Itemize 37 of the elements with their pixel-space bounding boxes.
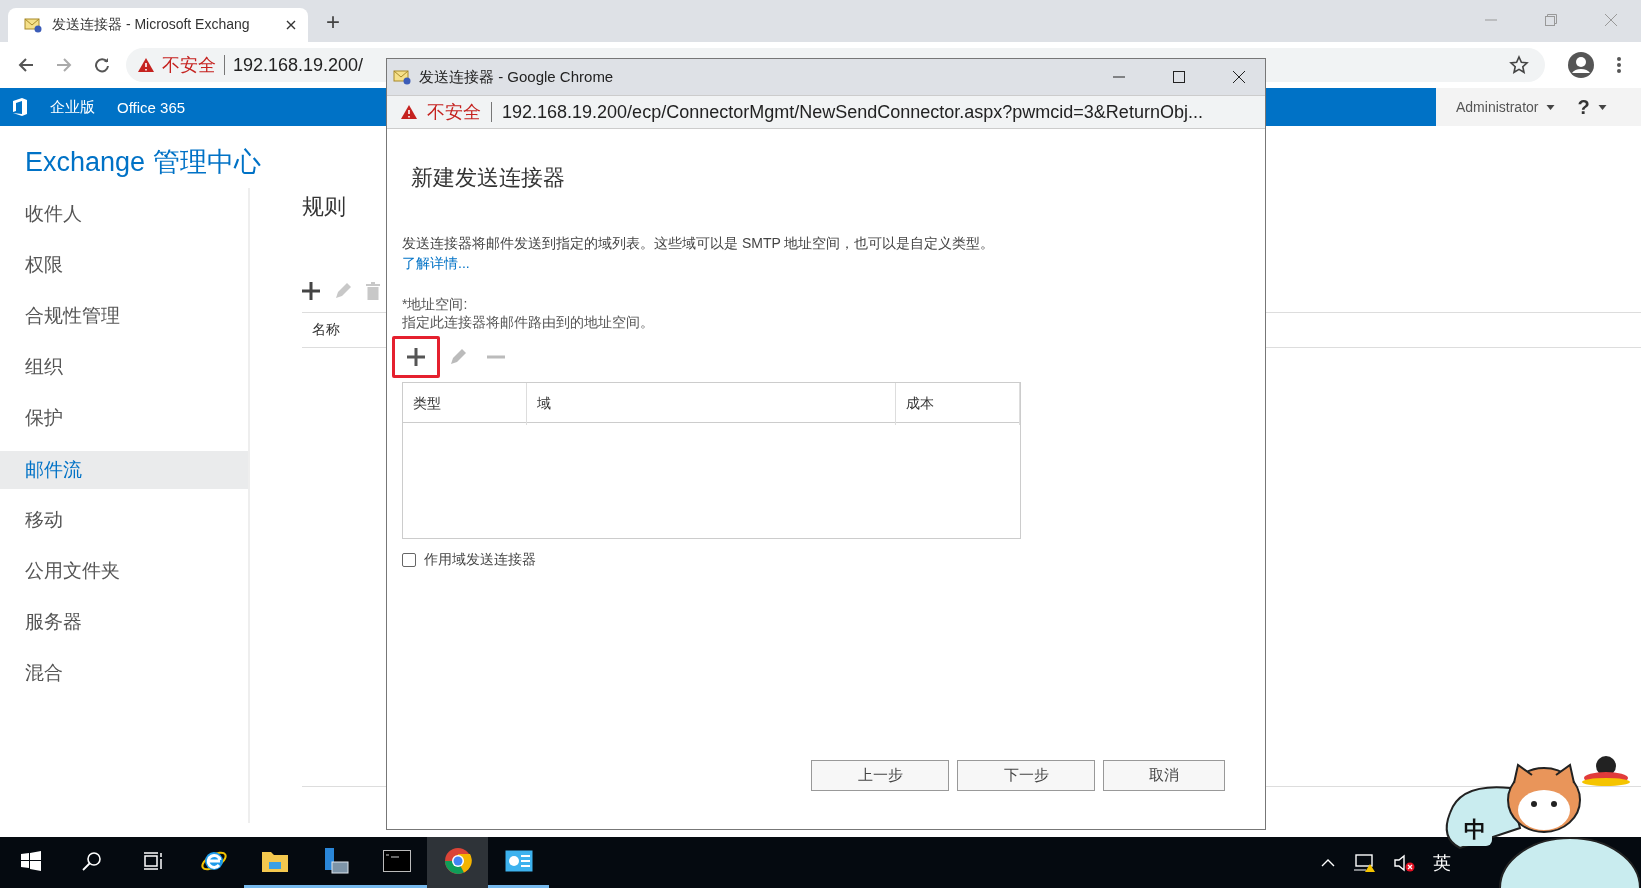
edition-link[interactable]: 企业版 — [50, 97, 95, 117]
not-secure-label: 不安全 — [427, 101, 481, 124]
column-header[interactable]: 名称 — [312, 321, 340, 337]
nav-item[interactable]: 公用文件夹 — [0, 547, 248, 598]
checkbox-label[interactable]: 作用域发送连接器 — [424, 551, 536, 569]
nav-item[interactable]: 邮件流 — [0, 451, 248, 489]
app-title: Exchange 管理中心 — [25, 146, 261, 176]
nav-item[interactable]: 保护 — [0, 394, 248, 445]
dialog-heading: 新建发送连接器 — [411, 164, 566, 192]
nav-item[interactable]: 权限 — [0, 241, 248, 292]
field-hint: 指定此连接器将邮件路由到的地址空间。 — [402, 314, 655, 332]
url-text: 192.168.19.200/ — [233, 54, 364, 76]
nav-item[interactable]: 混合 — [0, 649, 248, 700]
user-menu[interactable]: Administrator — [1456, 99, 1539, 115]
nav-item[interactable]: 合规性管理 — [0, 292, 248, 343]
learn-more-link[interactable]: 了解详情... — [402, 255, 470, 271]
dialog-button[interactable]: 取消 — [1103, 760, 1225, 791]
tab-title: 发送连接器 - Microsoft Exchang — [52, 16, 251, 34]
nav-item[interactable]: 组织 — [0, 343, 248, 394]
nav-item[interactable]: 收件人 — [0, 190, 248, 241]
help-menu[interactable]: ? — [1577, 95, 1590, 119]
dialog-button[interactable]: 下一步 — [957, 760, 1095, 791]
browser-tab[interactable]: 发送连接器 - Microsoft Exchang — [8, 8, 308, 42]
nav-item[interactable]: 移动 — [0, 496, 248, 547]
description-text: 发送连接器将邮件发送到指定的域列表。这些域可以是 SMTP 地址空间，也可以是自定义类型。 了解详情... — [402, 234, 996, 273]
not-secure-label: 不安全 — [162, 54, 216, 77]
input-method-indicator[interactable]: 英 — [1433, 850, 1451, 875]
field-label: *地址空间: — [402, 296, 469, 314]
nav-item[interactable]: 服务器 — [0, 598, 248, 649]
url-text: 192.168.19.200/ecp/ConnectorMgmt/NewSendConnector.aspx?pwmcid=3&ReturnObj... — [502, 101, 1203, 123]
column-header[interactable]: 类型 — [403, 383, 527, 425]
new-tab-button[interactable]: + — [326, 8, 340, 36]
column-header[interactable]: 域 — [527, 383, 896, 425]
window-title: 发送连接器 - Google Chrome — [419, 67, 614, 87]
office-link[interactable]: Office 365 — [117, 98, 186, 116]
dialog-button[interactable]: 上一步 — [811, 760, 949, 791]
column-header[interactable]: 成本 — [896, 383, 1020, 425]
